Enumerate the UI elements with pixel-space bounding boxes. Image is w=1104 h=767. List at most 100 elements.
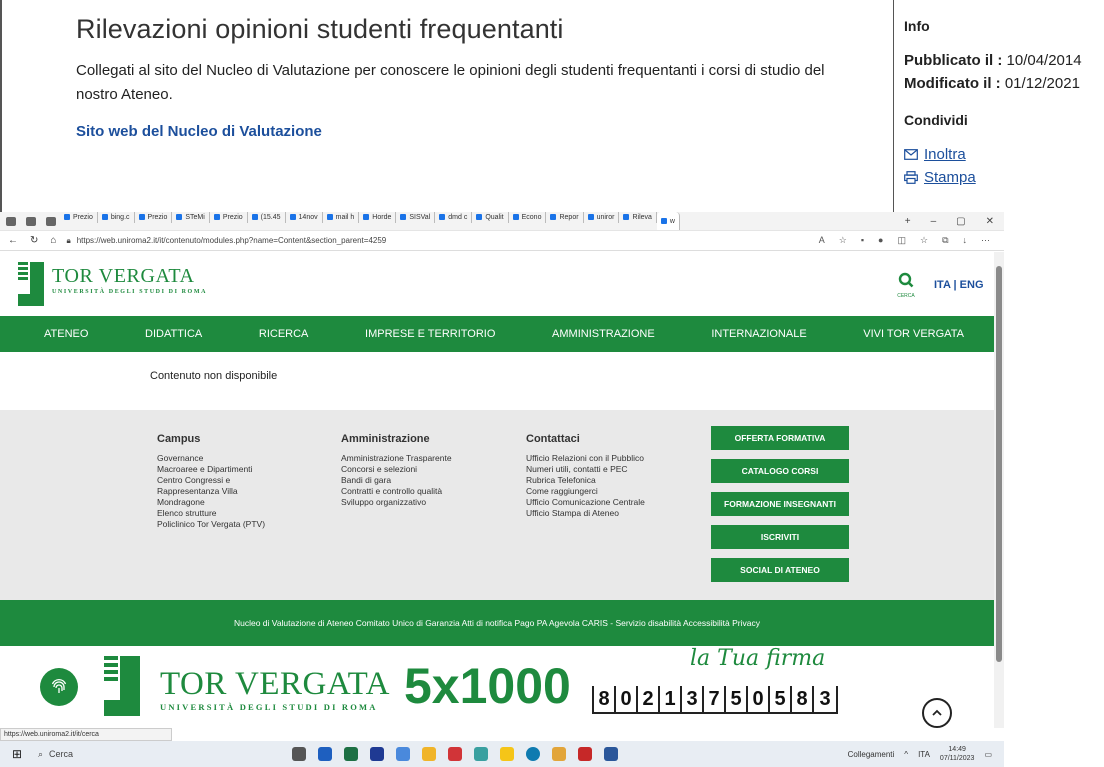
favorite-star-icon[interactable]: ☆ [839, 235, 847, 246]
home-icon[interactable]: ⌂ [50, 235, 56, 246]
browser-tab[interactable]: dmd c [435, 212, 473, 223]
browser-tab[interactable]: Horde [359, 212, 397, 223]
catalogo-corsi-button[interactable]: CATALOGO CORSI [711, 459, 849, 483]
excel-icon[interactable] [344, 747, 358, 761]
footer-link[interactable]: Numeri utili, contatti e PEC [526, 464, 645, 475]
windows-start-icon[interactable]: ⊞ [12, 747, 26, 761]
bottom-links-bar[interactable]: Nucleo di Valutazione di Ateneo Comitato… [0, 600, 994, 646]
tab-label: (15.45 [260, 213, 281, 221]
footer-link[interactable]: Centro Congressi e [157, 475, 265, 486]
new-tab-icon[interactable]: + [905, 216, 911, 227]
scrollbar-thumb[interactable] [996, 266, 1002, 662]
refresh-icon[interactable]: ↻ [30, 235, 38, 246]
taskbar-links[interactable]: Collegamenti [848, 750, 895, 759]
nav-vivi-tor-vergata[interactable]: VIVI TOR VERGATA [863, 328, 964, 340]
nav-imprese-territorio[interactable]: IMPRESE E TERRITORIO [365, 328, 495, 340]
forward-link[interactable]: Inoltra [904, 146, 1104, 163]
browser-tab[interactable]: mail h [323, 212, 360, 223]
university-logo-text[interactable]: TOR VERGATA UNIVERSITÀ DEGLI STUDI DI RO… [52, 265, 207, 295]
read-aloud-icon[interactable]: A [819, 235, 825, 246]
back-icon[interactable]: ← [8, 235, 18, 246]
browser-tab[interactable]: Prezio [135, 212, 173, 223]
print-link[interactable]: Stampa [904, 169, 1104, 186]
browser-tab[interactable]: STeMi [172, 212, 210, 223]
footer-link[interactable]: Concorsi e selezioni [341, 464, 452, 475]
browser-tab[interactable]: Qualit [472, 212, 509, 223]
footer-link[interactable]: Amministrazione Trasparente [341, 453, 452, 464]
nav-ateneo[interactable]: ATENEO [44, 328, 88, 340]
iscriviti-button[interactable]: ISCRIVITI [711, 525, 849, 549]
app-icon[interactable] [422, 747, 436, 761]
word-icon[interactable] [604, 747, 618, 761]
scroll-top-button[interactable] [922, 698, 952, 728]
offerta-formativa-button[interactable]: OFFERTA FORMATIVA [711, 426, 849, 450]
acrobat-icon[interactable] [578, 747, 592, 761]
footer-link[interactable]: Governance [157, 453, 265, 464]
browser-tab[interactable]: (15.45 [248, 212, 286, 223]
lang-indicator[interactable]: ITA [918, 750, 930, 759]
clock[interactable]: 14:49 07/11/2023 [940, 745, 975, 763]
nav-ricerca[interactable]: RICERCA [259, 328, 309, 340]
footer-link[interactable]: Come raggiungerci [526, 486, 645, 497]
browser-tab[interactable]: Rileva [619, 212, 657, 223]
footer-link[interactable]: Elenco strutture [157, 508, 265, 519]
url-field[interactable]: 🔒︎ https://web.uniroma2.it/it/contenuto/… [66, 236, 386, 246]
close-window-icon[interactable]: ✕ [986, 216, 994, 227]
social-ateneo-button[interactable]: SOCIAL DI ATENEO [711, 558, 849, 582]
downloads-icon[interactable]: ↓ [963, 235, 968, 246]
minimize-icon[interactable]: – [931, 216, 937, 227]
mail-app-icon[interactable] [318, 747, 332, 761]
restore-icon[interactable]: ▢ [956, 216, 965, 227]
vertical-scrollbar[interactable] [994, 252, 1004, 728]
formazione-insegnanti-button[interactable]: FORMAZIONE INSEGNANTI [711, 492, 849, 516]
split-screen-icon[interactable]: ◫ [897, 235, 906, 246]
nucleo-link[interactable]: Sito web del Nucleo di Valutazione [76, 123, 322, 140]
app-icon[interactable] [448, 747, 462, 761]
browser-tab[interactable]: w [656, 212, 680, 230]
browser-tab[interactable]: uniror [584, 212, 620, 223]
browser-tab[interactable]: SISVal [396, 212, 436, 223]
collections-icon[interactable]: ⧉ [942, 235, 948, 246]
app-icon[interactable] [552, 747, 566, 761]
browser-tab[interactable]: Econo [509, 212, 547, 223]
site-search-button[interactable]: CERCA [896, 272, 916, 299]
task-view-icon[interactable] [292, 747, 306, 761]
footer-link[interactable]: Sviluppo organizzativo [341, 497, 452, 508]
footer-link[interactable]: Rubrica Telefonica [526, 475, 645, 486]
nav-internazionale[interactable]: INTERNAZIONALE [711, 328, 806, 340]
workspaces-icon[interactable] [26, 216, 36, 226]
more-icon[interactable]: ⋯ [981, 235, 990, 246]
footer-link[interactable]: Ufficio Comunicazione Centrale [526, 497, 645, 508]
language-switch[interactable]: ITA | ENG [934, 279, 984, 291]
browser-tab[interactable]: 14nov [286, 212, 323, 223]
tray-chevron-icon[interactable]: ^ [904, 750, 908, 759]
footer-link[interactable]: Bandi di gara [341, 475, 452, 486]
extension-icon[interactable]: ● [878, 235, 883, 246]
footer-link[interactable]: Contratti e controllo qualità [341, 486, 452, 497]
browser-tab[interactable]: Prezio [210, 212, 248, 223]
footer-link[interactable]: Policlinico Tor Vergata (PTV) [157, 519, 265, 530]
file-explorer-icon[interactable] [500, 747, 514, 761]
app-icon[interactable] [396, 747, 410, 761]
nav-didattica[interactable]: DIDATTICA [145, 328, 202, 340]
fingerprint-accessibility-button[interactable] [40, 668, 78, 706]
extension-icon[interactable]: ▪ [861, 235, 864, 246]
notifications-icon[interactable]: ▭ [984, 750, 992, 759]
university-logo-icon[interactable] [18, 262, 44, 306]
favorites-icon[interactable]: ☆ [920, 235, 928, 246]
browser-tab[interactable]: bing.c [98, 212, 135, 223]
footer-link[interactable]: Macroaree e Dipartimenti [157, 464, 265, 475]
app-icon[interactable] [370, 747, 384, 761]
browser-tab[interactable]: Repor [546, 212, 584, 223]
taskbar-search[interactable]: ⌕ Cerca [38, 749, 208, 760]
footer-link[interactable]: Rappresentanza Villa [157, 486, 265, 497]
app-icon[interactable] [474, 747, 488, 761]
tab-actions-icon[interactable] [46, 216, 56, 226]
nav-amministrazione[interactable]: AMMINISTRAZIONE [552, 328, 655, 340]
browser-tab[interactable]: Prezio [60, 212, 98, 223]
footer-link[interactable]: Ufficio Stampa di Ateneo [526, 508, 645, 519]
footer-link[interactable]: Mondragone [157, 497, 265, 508]
profile-icon[interactable] [6, 216, 16, 226]
edge-icon[interactable] [526, 747, 540, 761]
footer-link[interactable]: Ufficio Relazioni con il Pubblico [526, 453, 645, 464]
